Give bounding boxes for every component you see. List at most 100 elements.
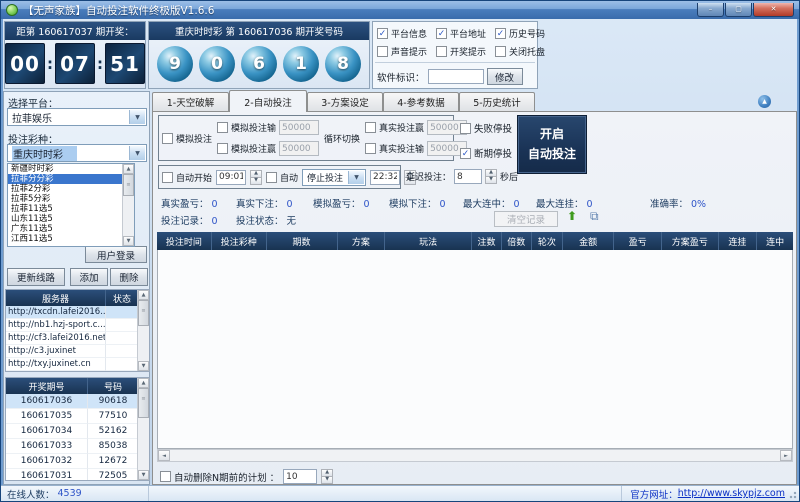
dropdown-item[interactable]: 拉菲5分彩	[8, 194, 122, 204]
spinner-down-icon[interactable]: ▼	[250, 176, 263, 185]
scroll-up-icon[interactable]: ▲	[138, 290, 149, 300]
scrollbar-thumb[interactable]: ≡	[138, 388, 149, 418]
dropdown-item[interactable]: 新疆时时彩	[8, 164, 122, 174]
checkbox-real-lose[interactable]: 真实投注输	[365, 141, 468, 156]
checkbox-history-numbers[interactable]: ✓ 历史号码	[495, 27, 545, 40]
scrollbar-track[interactable]	[123, 196, 134, 236]
dropdown-item[interactable]: 拉菲11选5	[8, 204, 122, 214]
auto-stop-time-input[interactable]	[370, 169, 401, 185]
copy-icon[interactable]: ⧉	[590, 210, 599, 222]
scrollbar-track[interactable]	[138, 418, 149, 470]
draw-history-row[interactable]: 160617031 72505	[6, 469, 149, 480]
tab-history-stats[interactable]: 5-历史统计	[459, 92, 535, 111]
checkbox-platform-address[interactable]: ✓ 平台地址	[436, 27, 486, 40]
tab-sky-crack[interactable]: 1-天空破解	[152, 92, 229, 111]
server-row[interactable]: http://nb1.hzj-sport.c...	[6, 319, 149, 332]
dropdown-item[interactable]: 山东11选5	[8, 214, 122, 224]
checkbox-sim-lose[interactable]: 模拟投注输	[217, 120, 320, 135]
time-stepper[interactable]: ▲ ▼	[250, 169, 263, 185]
tab-reference-data[interactable]: 4-参考数据	[383, 92, 459, 111]
delay-stepper[interactable]: ▲ ▼	[485, 169, 498, 184]
scroll-up-icon[interactable]: ▲	[123, 164, 134, 174]
draw-history-row[interactable]: 160617035 77510	[6, 409, 149, 424]
clear-records-button[interactable]: 清空记录	[494, 211, 558, 227]
checkbox-box[interactable]: ✓	[436, 28, 448, 39]
user-login-button[interactable]: 用户登录	[85, 246, 147, 263]
scroll-down-icon[interactable]: ▼	[138, 361, 149, 371]
checkbox-fail-stop[interactable]: 失败停投	[460, 121, 512, 135]
checkbox-box[interactable]	[217, 143, 229, 154]
dropdown-item[interactable]: 广东11选5	[8, 224, 122, 234]
up-arrow-icon[interactable]: ▲	[758, 95, 771, 108]
checkbox-draw-alert[interactable]: 开奖提示	[436, 45, 486, 58]
checkbox-real-win[interactable]: 真实投注赢	[365, 120, 468, 135]
software-id-input[interactable]	[427, 69, 484, 84]
stop-action-select[interactable]: 停止投注 ▼	[302, 168, 367, 186]
close-button[interactable]: ✕	[753, 3, 794, 17]
checkbox-box[interactable]	[495, 46, 507, 57]
sim-win-amount-input[interactable]	[279, 141, 320, 156]
checkbox-box[interactable]	[460, 122, 471, 134]
delay-seconds-input[interactable]	[454, 169, 483, 184]
chevron-down-icon[interactable]: ▼	[129, 110, 145, 124]
lottery-select[interactable]: 重庆时时彩 ▼	[7, 144, 147, 162]
scroll-right-icon[interactable]: ►	[780, 450, 792, 461]
dropdown-item-selected[interactable]: 拉菲分分彩	[8, 174, 122, 184]
server-row[interactable]: http://txcdn.lafei2016....	[6, 306, 149, 319]
checkbox-sim-win[interactable]: 模拟投注赢	[217, 141, 320, 156]
add-button[interactable]: 添加	[70, 268, 108, 286]
delete-button[interactable]: 删除	[110, 268, 148, 286]
sim-lose-amount-input[interactable]	[279, 120, 320, 135]
scroll-down-icon[interactable]: ▼	[138, 470, 149, 480]
checkbox-box[interactable]: ✓	[377, 28, 388, 39]
server-row[interactable]: http://txy.juxinet.cn	[6, 358, 149, 371]
maximize-button[interactable]: ▢	[725, 3, 752, 17]
checkbox-box[interactable]: ✓	[495, 28, 507, 39]
dropdown-scrollbar[interactable]: ▲ ≡ ▼	[122, 164, 134, 246]
official-site-link[interactable]: http://www.skypjz.com	[678, 488, 785, 499]
spinner-up-icon[interactable]: ▲	[485, 169, 498, 176]
draw-history-row[interactable]: 160617032 12672	[6, 454, 149, 469]
scroll-left-icon[interactable]: ◄	[158, 450, 170, 461]
scroll-up-icon[interactable]: ▲	[138, 378, 149, 388]
server-table-scrollbar[interactable]: ▲ ≡ ▼	[137, 290, 149, 371]
checkbox-box[interactable]	[377, 46, 388, 57]
draw-history-scrollbar[interactable]: ▲ ≡ ▼	[137, 378, 149, 480]
tab-auto-bet[interactable]: 2-自动投注	[229, 90, 307, 112]
checkbox-box[interactable]	[162, 171, 173, 183]
server-row[interactable]: http://c3.juxinet	[6, 345, 149, 358]
export-icon[interactable]: ⬆	[567, 210, 577, 222]
checkbox-box[interactable]: ✓	[460, 147, 471, 159]
auto-delete-stepper[interactable]: ▲ ▼	[321, 469, 334, 484]
spinner-down-icon[interactable]: ▼	[485, 176, 498, 184]
checkbox-box[interactable]	[436, 46, 448, 57]
draw-history-row[interactable]: 160617036 90618	[6, 394, 149, 409]
checkbox-auto-stop[interactable]: 自动	[266, 171, 298, 184]
server-row[interactable]: http://cf3.lafei2016.net	[6, 332, 149, 345]
dropdown-item[interactable]: 江西11选5	[8, 234, 122, 244]
checkbox-box[interactable]	[365, 122, 377, 133]
scrollbar-thumb[interactable]: ≡	[123, 174, 134, 196]
spinner-up-icon[interactable]: ▲	[250, 169, 263, 177]
checkbox-box[interactable]	[217, 122, 229, 133]
draw-history-row[interactable]: 160617034 52162	[6, 424, 149, 439]
draw-history-row[interactable]: 160617033 85038	[6, 439, 149, 454]
checkbox-box[interactable]	[160, 471, 171, 482]
auto-start-time-input[interactable]	[216, 169, 247, 185]
checkbox-box[interactable]	[162, 132, 173, 144]
start-auto-bet-button[interactable]: 开启 自动投注	[517, 115, 587, 174]
checkbox-close-tray[interactable]: 关闭托盘	[495, 45, 545, 58]
checkbox-sound-alert[interactable]: 声音提示	[377, 45, 427, 58]
auto-delete-periods-input[interactable]	[283, 469, 318, 484]
bet-table-hscrollbar[interactable]: ◄ ►	[157, 449, 793, 462]
checkbox-sim-bet[interactable]: 模拟投注	[162, 132, 212, 145]
spinner-up-icon[interactable]: ▲	[321, 469, 334, 476]
chevron-down-icon[interactable]: ▼	[129, 146, 145, 160]
scrollbar-track[interactable]	[138, 326, 149, 361]
chevron-down-icon[interactable]: ▼	[348, 170, 365, 184]
platform-select[interactable]: 拉菲娱乐 ▼	[7, 108, 147, 126]
scrollbar-track[interactable]	[170, 450, 780, 461]
checkbox-auto-delete[interactable]: 自动删除N期前的计划 ：	[160, 470, 279, 484]
resize-grip[interactable]	[787, 489, 797, 499]
update-lines-button[interactable]: 更新线路	[7, 268, 65, 286]
